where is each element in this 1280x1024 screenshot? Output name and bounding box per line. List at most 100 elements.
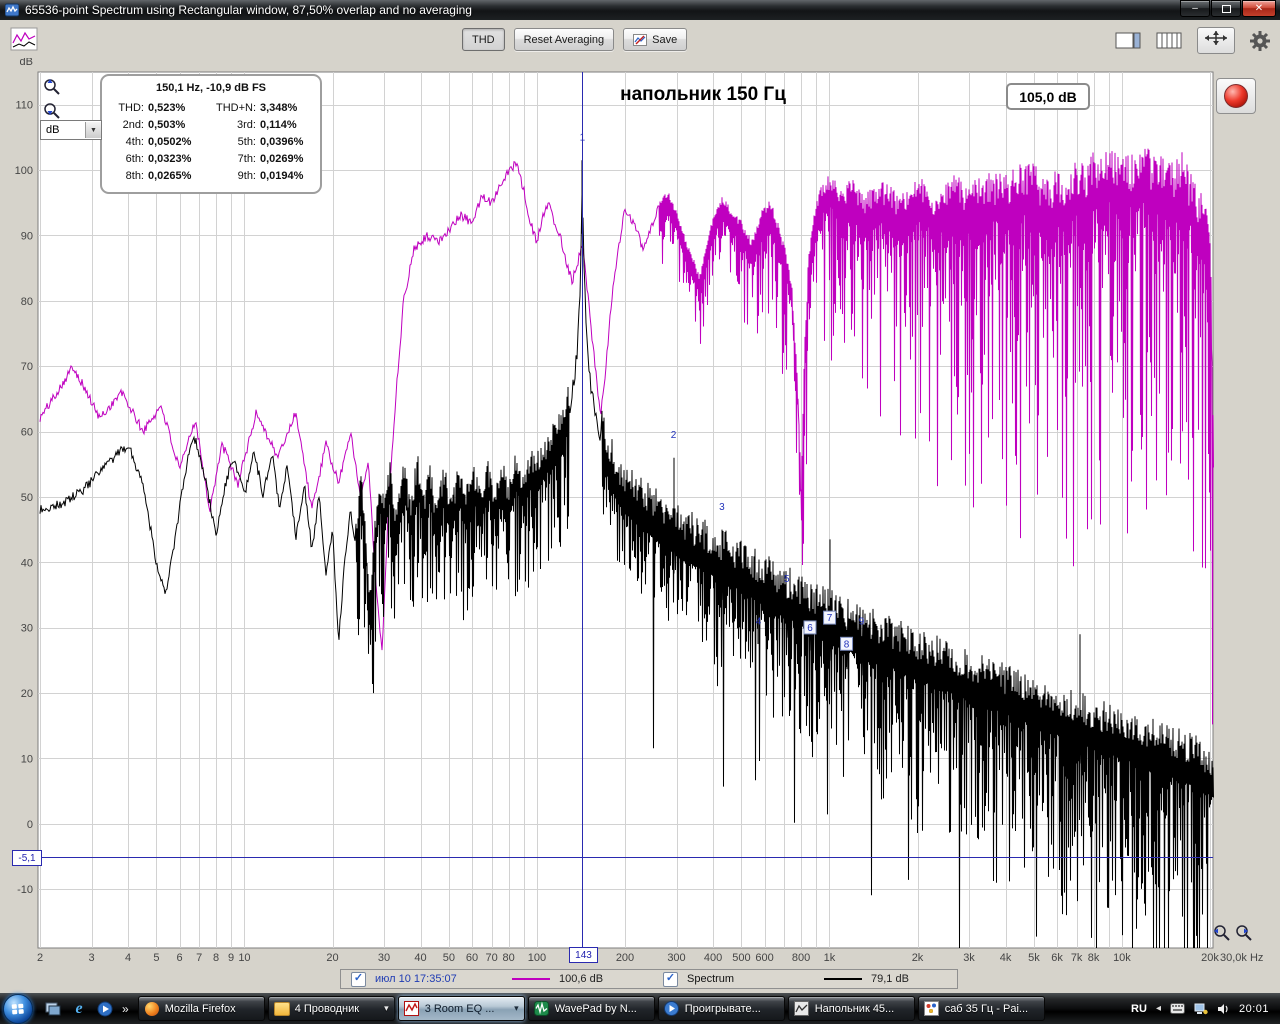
taskbar: e » Mozilla Firefox 4 Проводник ▾ 3 Room… <box>0 993 1280 1024</box>
network-tray-icon[interactable] <box>1194 1003 1208 1015</box>
trace-spectrum <box>39 160 1214 949</box>
keyboard-tray-icon[interactable] <box>1169 1003 1185 1014</box>
svg-text:50: 50 <box>443 952 455 964</box>
legend-name-measurement: июл 10 17:35:07 <box>375 973 457 985</box>
svg-text:7: 7 <box>827 613 833 624</box>
svg-text:8: 8 <box>213 952 219 964</box>
h5-value: 0,0396% <box>260 136 304 148</box>
h5-label: 5th: <box>237 136 256 148</box>
tray-collapse-arrow[interactable]: ◂ <box>1156 1003 1161 1014</box>
taskbar-button-wavepad[interactable]: WavePad by N... <box>527 996 655 1021</box>
start-button[interactable] <box>3 993 33 1024</box>
grid-lines <box>38 72 1213 948</box>
wavepad-icon <box>534 1001 550 1017</box>
svg-text:200: 200 <box>616 952 634 964</box>
svg-text:80: 80 <box>502 952 514 964</box>
thd-button[interactable]: THD <box>462 28 505 51</box>
window-icon[interactable] <box>5 3 19 17</box>
columns-icon[interactable] <box>1156 31 1182 51</box>
svg-text:0: 0 <box>27 819 33 831</box>
svg-text:6k: 6k <box>1051 952 1063 964</box>
legend-bar: ✓ июл 10 17:35:07 100,6 dB ✓ Spectrum 79… <box>340 969 958 989</box>
svg-text:1k: 1k <box>824 952 836 964</box>
y-unit-dropdown[interactable]: dB ▼ <box>40 120 102 140</box>
zoom-x-in-icon[interactable] <box>1212 923 1232 943</box>
svg-text:4k: 4k <box>1000 952 1012 964</box>
svg-text:30,0k Hz: 30,0k Hz <box>1220 952 1263 964</box>
legend-checkbox-spectrum[interactable]: ✓ <box>663 971 678 987</box>
svg-text:500: 500 <box>732 952 750 964</box>
internet-explorer-icon[interactable]: e <box>70 1000 88 1018</box>
volume-tray-icon[interactable] <box>1217 1003 1230 1015</box>
h7-label: 7th: <box>237 153 256 165</box>
h3-value: 0,114% <box>260 119 297 131</box>
settings-gear-icon[interactable] <box>1250 30 1270 51</box>
paint-icon <box>924 1001 940 1017</box>
clock[interactable]: 20:01 <box>1239 1003 1269 1015</box>
taskbar-button-firefox[interactable]: Mozilla Firefox <box>137 996 265 1021</box>
close-button[interactable]: ✕ <box>1242 0 1276 17</box>
taskbar-button-player[interactable]: Проигрывате... <box>657 996 785 1021</box>
svg-text:40: 40 <box>414 952 426 964</box>
legend-value-spectrum: 79,1 dB <box>871 973 909 985</box>
firefox-icon <box>144 1001 160 1017</box>
thdn-value: 3,348% <box>260 102 298 114</box>
zoom-y-out-icon[interactable] <box>42 101 62 121</box>
chevron-down-icon[interactable]: ▼ <box>85 122 101 138</box>
legend-checkbox-measurement[interactable]: ✓ <box>351 971 366 987</box>
y-unit-value: dB <box>46 124 60 136</box>
player-icon <box>664 1001 680 1017</box>
svg-text:3: 3 <box>719 502 725 513</box>
taskbar-button-room-eq-group[interactable]: 3 Room EQ ... ▾ <box>397 996 525 1021</box>
record-icon <box>1224 84 1248 108</box>
h7-value: 0,0269% <box>260 153 304 165</box>
quicklaunch-overflow-chevron[interactable]: » <box>122 1002 129 1016</box>
svg-text:6: 6 <box>176 952 182 964</box>
minimize-button[interactable]: – <box>1180 0 1210 17</box>
legend-item-measurement: ✓ июл 10 17:35:07 100,6 dB <box>351 971 611 987</box>
zoom-x-out-icon[interactable] <box>1234 923 1254 943</box>
svg-text:4: 4 <box>125 952 131 964</box>
spectrum-plot[interactable]: 1101009080706050403020100-10dB2 3 4 5 6 7 8 9 10… <box>0 58 1280 993</box>
h4-value: 0,0502% <box>148 136 192 148</box>
window-title: 65536-point Spectrum using Rectangular w… <box>25 3 472 17</box>
measurement-title: напольник 150 Гц <box>620 84 786 105</box>
svg-text:2k: 2k <box>912 952 924 964</box>
spectrum-thumbnail-icon[interactable] <box>10 27 38 51</box>
reset-averaging-button[interactable]: Reset Averaging <box>513 28 615 51</box>
svg-text:20: 20 <box>326 952 338 964</box>
svg-text:80: 80 <box>21 296 33 308</box>
legend-value-measurement: 100,6 dB <box>559 973 604 985</box>
save-button[interactable]: Save <box>623 28 688 51</box>
show-desktop-icon[interactable] <box>44 1000 62 1018</box>
svg-text:5: 5 <box>153 952 159 964</box>
svg-text:10: 10 <box>238 952 250 964</box>
taskbar-button-paint[interactable]: саб 35 Гц - Pai... <box>917 996 1045 1021</box>
h9-label: 9th: <box>237 170 256 182</box>
zoom-y-in-icon[interactable] <box>42 77 62 97</box>
language-indicator[interactable]: RU <box>1131 1003 1147 1015</box>
pan-zoom-button[interactable] <box>1197 27 1235 54</box>
svg-text:70: 70 <box>486 952 498 964</box>
media-player-icon[interactable] <box>96 1000 114 1018</box>
maximize-button[interactable] <box>1211 0 1241 17</box>
h3-label: 3rd: <box>237 119 256 131</box>
legend-swatch-magenta <box>512 978 550 980</box>
thd-label: THD: <box>118 102 144 114</box>
svg-text:3: 3 <box>88 952 94 964</box>
legend-swatch-black <box>824 978 862 980</box>
panel-layout-icon[interactable] <box>1115 31 1141 51</box>
save-label: Save <box>652 33 678 46</box>
svg-text:9: 9 <box>859 616 865 627</box>
save-icon <box>633 33 648 46</box>
plot-background <box>37 71 1214 949</box>
taskbar-button-measurement[interactable]: Напольник 45... <box>787 996 915 1021</box>
svg-text:60: 60 <box>21 427 33 439</box>
measurement-window-icon <box>794 1001 810 1017</box>
record-button[interactable] <box>1216 78 1256 114</box>
svg-text:300: 300 <box>667 952 685 964</box>
h2-label: 2nd: <box>122 119 144 131</box>
windows-logo-icon <box>11 1003 24 1014</box>
taskbar-button-explorer-group[interactable]: 4 Проводник ▾ <box>267 996 395 1021</box>
maximize-icon <box>1221 4 1231 13</box>
